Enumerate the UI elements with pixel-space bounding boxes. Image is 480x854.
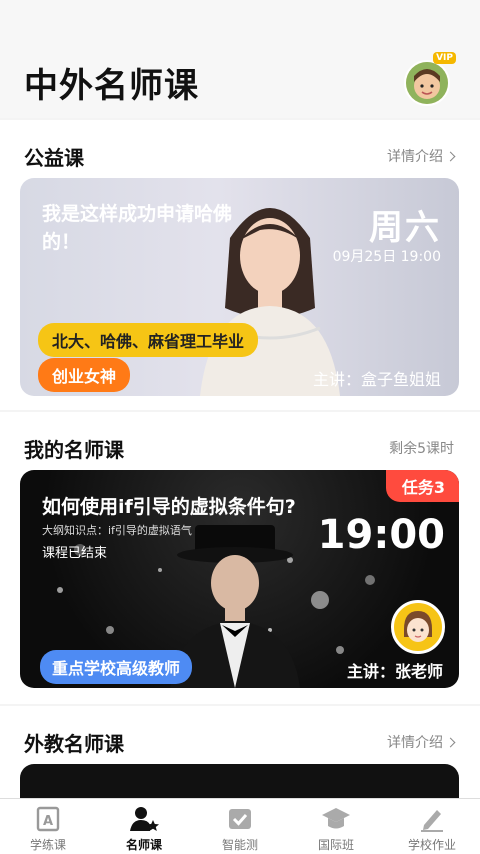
my-course-section: 我的名师课 剩余5课时 任务3 如何使用if引导的虚拟条件句? 大纲知识点：if… (0, 412, 480, 704)
bottom-tab-bar: A 学练课 名师课 智能测 国际班 学校作业 (0, 798, 480, 854)
lesson-outline: 大纲知识点：if引导的虚拟语气 (42, 524, 192, 537)
user-avatar-button[interactable]: VIP (404, 52, 456, 106)
grad-cap-icon (322, 808, 350, 829)
lesson-time: 19:00 (317, 512, 445, 558)
credential-tag: 北大、哈佛、麻省理工毕业 (38, 323, 259, 357)
teacher-face-icon (404, 611, 432, 642)
public-course-date: 09月25日 19:00 (332, 249, 441, 265)
tab-teacher[interactable]: 名师课 (96, 799, 192, 854)
tab-label: 学练课 (29, 838, 66, 852)
lesson-title: 如何使用if引导的虚拟条件句? (42, 496, 296, 518)
svg-text:A: A (43, 814, 53, 829)
teacher-avatar (391, 600, 445, 654)
public-course-card[interactable]: 我是这样成功申请哈佛的！ 周六 09月25日 19:00 北大、哈佛、麻省理工毕… (20, 178, 459, 396)
public-course-section: 公益课 详情介绍 我是这样成功申请哈佛的！ 周六 09月25日 19:00 北大… (0, 120, 480, 410)
tab-homework[interactable]: 学校作业 (384, 799, 480, 854)
detail-link-label: 详情介绍 (387, 149, 443, 165)
my-course-card[interactable]: 任务3 如何使用if引导的虚拟条件句? 大纲知识点：if引导的虚拟语气 课程已结… (20, 470, 459, 688)
detail-link-label: 详情介绍 (387, 735, 443, 751)
vip-badge: VIP (433, 52, 456, 64)
lesson-speaker: 主讲：张老师 (346, 662, 443, 681)
teacher-tag: 重点学校高级教师 (40, 650, 193, 684)
foreign-course-title: 外教名师课 (24, 732, 124, 756)
avatar (404, 60, 450, 106)
pencil-icon (421, 810, 443, 832)
title-tag: 创业女神 (38, 358, 131, 392)
tab-label: 学校作业 (407, 838, 456, 852)
foreign-course-detail-link[interactable]: 详情介绍 (387, 732, 456, 752)
tab-smart-test[interactable]: 智能测 (192, 799, 288, 854)
public-course-speaker: 主讲：盒子鱼姐姐 (312, 370, 441, 389)
lesson-status: 课程已结束 (42, 546, 108, 561)
task-badge: 任务3 (385, 470, 459, 502)
foreign-course-section: 外教名师课 详情介绍 (0, 706, 480, 824)
tab-label: 智能测 (221, 838, 258, 852)
tab-practice[interactable]: A 学练课 (0, 799, 96, 854)
tab-label: 名师课 (125, 838, 162, 852)
chevron-right-icon (445, 737, 456, 747)
public-course-title: 公益课 (24, 146, 84, 170)
check-icon (229, 809, 251, 829)
avatar-face-icon (406, 62, 448, 104)
teacher-star-icon (130, 807, 159, 831)
header: 中外名师课 VIP (0, 0, 480, 118)
my-course-title: 我的名师课 (24, 438, 124, 462)
public-course-day: 周六 (369, 208, 441, 248)
tab-international[interactable]: 国际班 (288, 799, 384, 854)
page-title: 中外名师课 (24, 66, 199, 106)
a-letter-icon: A (36, 806, 60, 832)
public-course-headline: 我是这样成功申请哈佛的！ (42, 203, 233, 253)
public-course-detail-link[interactable]: 详情介绍 (387, 146, 456, 166)
remaining-lessons: 剩余5课时 (389, 441, 454, 457)
tab-label: 国际班 (317, 838, 354, 852)
chevron-right-icon (445, 151, 456, 161)
